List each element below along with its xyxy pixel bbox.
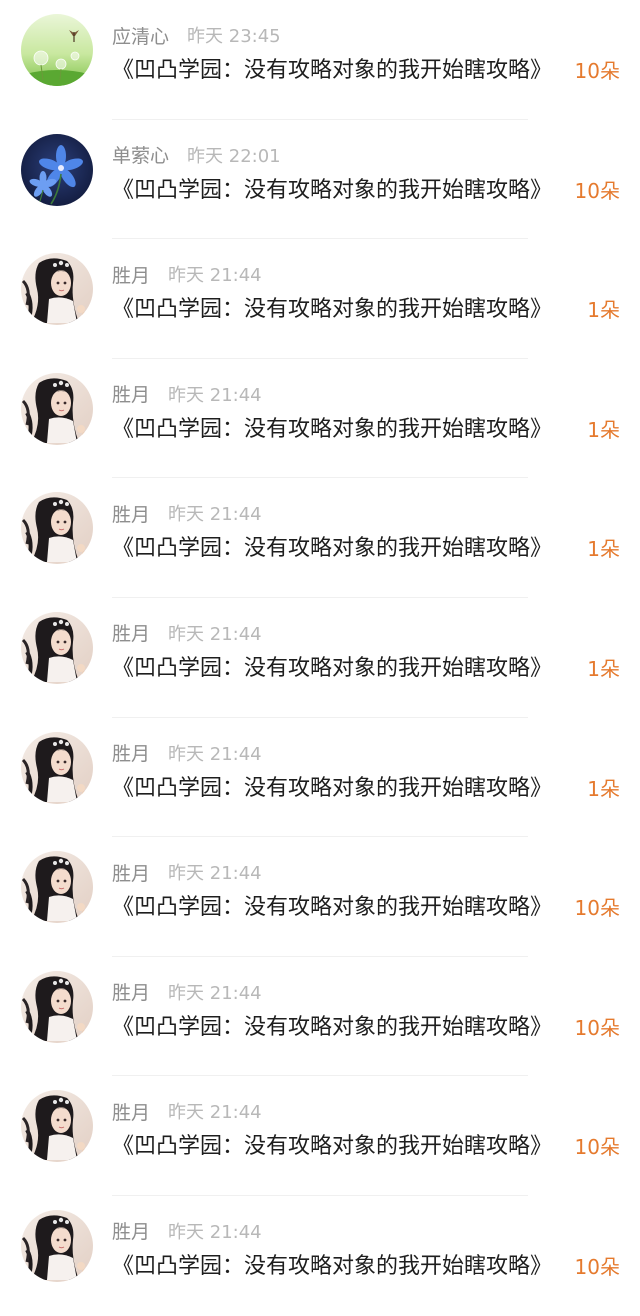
timestamp: 昨天 21:44 — [168, 982, 262, 1004]
user-name[interactable]: 胜月 — [112, 500, 150, 527]
list-item[interactable]: 胜月 昨天 21:44 《凹凸学园：没有攻略对象的我开始瞎攻略》 10朵 — [0, 1076, 640, 1196]
message-text: 《凹凸学园：没有攻略对象的我开始瞎攻略》 — [112, 416, 553, 442]
message-text: 《凹凸学园：没有攻略对象的我开始瞎攻略》 — [112, 895, 553, 921]
avatar[interactable] — [21, 612, 93, 684]
avatar[interactable] — [21, 732, 93, 804]
list-item[interactable]: 单萦心 昨天 22:01 《凹凸学园：没有攻略对象的我开始瞎攻略》 10朵 — [0, 120, 640, 240]
avatar[interactable] — [21, 373, 93, 445]
item-meta: 胜月 昨天 21:44 — [112, 979, 262, 1005]
flower-count: 10朵 — [574, 896, 620, 921]
list-item[interactable]: 应清心 昨天 23:45 《凹凸学园：没有攻略对象的我开始瞎攻略》 10朵 — [0, 0, 640, 120]
item-meta: 胜月 昨天 21:44 — [112, 859, 262, 885]
flower-count: 1朵 — [587, 776, 620, 801]
user-name[interactable]: 胜月 — [112, 1098, 150, 1125]
list-item[interactable]: 胜月 昨天 21:44 《凹凸学园：没有攻略对象的我开始瞎攻略》 10朵 — [0, 837, 640, 957]
timestamp: 昨天 21:44 — [168, 504, 262, 526]
message-text: 《凹凸学园：没有攻略对象的我开始瞎攻略》 — [112, 775, 553, 801]
avatar[interactable] — [21, 492, 93, 564]
list-item[interactable]: 胜月 昨天 21:44 《凹凸学园：没有攻略对象的我开始瞎攻略》 1朵 — [0, 478, 640, 598]
item-meta: 胜月 昨天 21:44 — [112, 500, 262, 526]
item-meta: 胜月 昨天 21:44 — [112, 620, 262, 646]
user-name[interactable]: 应清心 — [112, 22, 169, 49]
item-meta: 胜月 昨天 21:44 — [112, 1098, 262, 1124]
avatar[interactable] — [21, 1210, 93, 1282]
flower-count: 10朵 — [574, 1135, 620, 1160]
item-meta: 胜月 昨天 21:44 — [112, 1218, 262, 1244]
flower-count: 1朵 — [587, 537, 620, 562]
timestamp: 昨天 21:44 — [168, 1221, 262, 1243]
flower-count: 10朵 — [574, 178, 620, 203]
avatar[interactable] — [21, 14, 93, 86]
message-text: 《凹凸学园：没有攻略对象的我开始瞎攻略》 — [112, 536, 553, 562]
avatar[interactable] — [21, 851, 93, 923]
user-name[interactable]: 胜月 — [112, 739, 150, 766]
flower-count: 10朵 — [574, 1254, 620, 1279]
message-text: 《凹凸学园：没有攻略对象的我开始瞎攻略》 — [112, 655, 553, 681]
flower-count: 10朵 — [574, 59, 620, 83]
flower-count: 1朵 — [587, 417, 620, 442]
timestamp: 昨天 21:44 — [168, 1102, 262, 1124]
message-text: 《凹凸学园：没有攻略对象的我开始瞎攻略》 — [112, 177, 553, 203]
timestamp: 昨天 21:44 — [168, 863, 262, 885]
user-name[interactable]: 胜月 — [112, 1217, 150, 1244]
timestamp: 昨天 21:44 — [168, 743, 262, 765]
message-text: 《凹凸学园：没有攻略对象的我开始瞎攻略》 — [112, 1134, 553, 1160]
timestamp: 昨天 22:01 — [187, 145, 281, 167]
list-item[interactable]: 胜月 昨天 21:44 《凹凸学园：没有攻略对象的我开始瞎攻略》 10朵 — [0, 957, 640, 1077]
item-meta: 胜月 昨天 21:44 — [112, 261, 262, 287]
reward-list: 应清心 昨天 23:45 《凹凸学园：没有攻略对象的我开始瞎攻略》 10朵 单萦… — [0, 0, 640, 1316]
timestamp: 昨天 21:44 — [168, 265, 262, 287]
message-text: 《凹凸学园：没有攻略对象的我开始瞎攻略》 — [112, 1253, 553, 1279]
list-item[interactable]: 胜月 昨天 21:44 《凹凸学园：没有攻略对象的我开始瞎攻略》 1朵 — [0, 239, 640, 359]
item-meta: 单萦心 昨天 22:01 — [112, 142, 281, 168]
user-name[interactable]: 胜月 — [112, 380, 150, 407]
user-name[interactable]: 胜月 — [112, 859, 150, 886]
flower-count: 1朵 — [587, 656, 620, 681]
list-item[interactable]: 胜月 昨天 21:44 《凹凸学园：没有攻略对象的我开始瞎攻略》 1朵 — [0, 598, 640, 718]
flower-count: 1朵 — [587, 298, 620, 323]
timestamp: 昨天 21:44 — [168, 623, 262, 645]
flower-count: 10朵 — [574, 1015, 620, 1040]
avatar[interactable] — [21, 1090, 93, 1162]
message-text: 《凹凸学园：没有攻略对象的我开始瞎攻略》 — [112, 297, 553, 323]
item-meta: 胜月 昨天 21:44 — [112, 381, 262, 407]
list-item[interactable]: 胜月 昨天 21:44 《凹凸学园：没有攻略对象的我开始瞎攻略》 1朵 — [0, 718, 640, 838]
list-item[interactable]: 胜月 昨天 21:44 《凹凸学园：没有攻略对象的我开始瞎攻略》 10朵 — [0, 1196, 640, 1316]
user-name[interactable]: 单萦心 — [112, 141, 169, 168]
avatar[interactable] — [21, 971, 93, 1043]
message-text: 《凹凸学园：没有攻略对象的我开始瞎攻略》 — [112, 58, 553, 83]
user-name[interactable]: 胜月 — [112, 978, 150, 1005]
avatar[interactable] — [21, 134, 93, 206]
avatar[interactable] — [21, 253, 93, 325]
item-meta: 胜月 昨天 21:44 — [112, 740, 262, 766]
user-name[interactable]: 胜月 — [112, 619, 150, 646]
item-meta: 应清心 昨天 23:45 — [112, 22, 281, 48]
timestamp: 昨天 21:44 — [168, 384, 262, 406]
user-name[interactable]: 胜月 — [112, 261, 150, 288]
timestamp: 昨天 23:45 — [187, 26, 281, 47]
list-item[interactable]: 胜月 昨天 21:44 《凹凸学园：没有攻略对象的我开始瞎攻略》 1朵 — [0, 359, 640, 479]
message-text: 《凹凸学园：没有攻略对象的我开始瞎攻略》 — [112, 1014, 553, 1040]
